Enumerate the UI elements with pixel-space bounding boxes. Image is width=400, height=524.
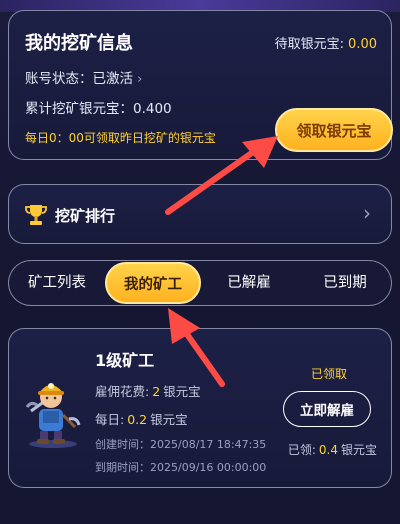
claimed-label: 已领: [287,443,316,457]
hire-cost: 雇佣花费: 2 银元宝 [95,381,201,400]
daily-label: 每日: [95,412,125,427]
hire-value: 2 [152,384,161,399]
total-mined: 累计挖矿银元宝：0.400 [25,101,172,117]
info-title: 我的挖矿信息 [25,33,133,54]
worker-name: 1级矿工 [95,351,155,370]
expire-time: 到期时间：2025/09/16 00:00:00 [95,461,267,474]
mining-info-card: 我的挖矿信息 待取银元宝: 0.00 账号状态：已激活 › 累计挖矿银元宝：0.40… [8,10,393,160]
claimed-status: 已领取 [310,367,347,381]
account-status-text: 账号状态：已激活 [25,71,133,87]
created-time: 创建时间：2025/08/17 18:47:35 [95,438,267,451]
claimed-amount: 已领: 0.4 银元宝 [288,441,377,458]
claim-silver-button[interactable]: 领取银元宝 [275,108,393,152]
tab-worker-list[interactable]: 矿工列表 [9,261,105,305]
trophy-icon [25,205,47,225]
ranking-label: 挖矿排行 [55,207,116,225]
daily-unit: 银元宝 [150,412,188,427]
claimed-value: 0.4 [318,443,338,457]
pending-silver: 待取银元宝: 0.00 [275,33,377,52]
miner-avatar [25,383,81,448]
claimed-unit: 银元宝 [340,443,377,457]
chevron-right-icon: › [363,201,371,225]
daily-claim-note: 每日0：00可领取昨日挖矿的银元宝 [25,131,216,145]
tab-my-workers[interactable]: 我的矿工 [105,262,201,304]
mining-ranking-row[interactable]: 挖矿排行 › [8,184,392,244]
pending-value: 0.00 [348,37,377,52]
daily-yield: 每日: 0.2 银元宝 [95,409,188,428]
daily-value: 0.2 [127,412,148,427]
chevron-right-icon: › [137,71,143,87]
worker-tabs: 矿工列表 我的矿工 已解雇 已到期 [8,260,392,306]
hire-label: 雇佣花费: [95,384,150,399]
fire-now-button[interactable]: 立即解雇 [283,391,371,427]
tab-fired[interactable]: 已解雇 [201,261,297,305]
hire-unit: 银元宝 [163,384,201,399]
worker-card: 1级矿工 雇佣花费: 2 银元宝 每日: 0.2 银元宝 创建时间：2025/08/17… [8,328,392,488]
tab-expired[interactable]: 已到期 [297,261,393,305]
pending-label: 待取银元宝: [274,37,345,52]
account-status[interactable]: 账号状态：已激活 › [25,67,142,87]
